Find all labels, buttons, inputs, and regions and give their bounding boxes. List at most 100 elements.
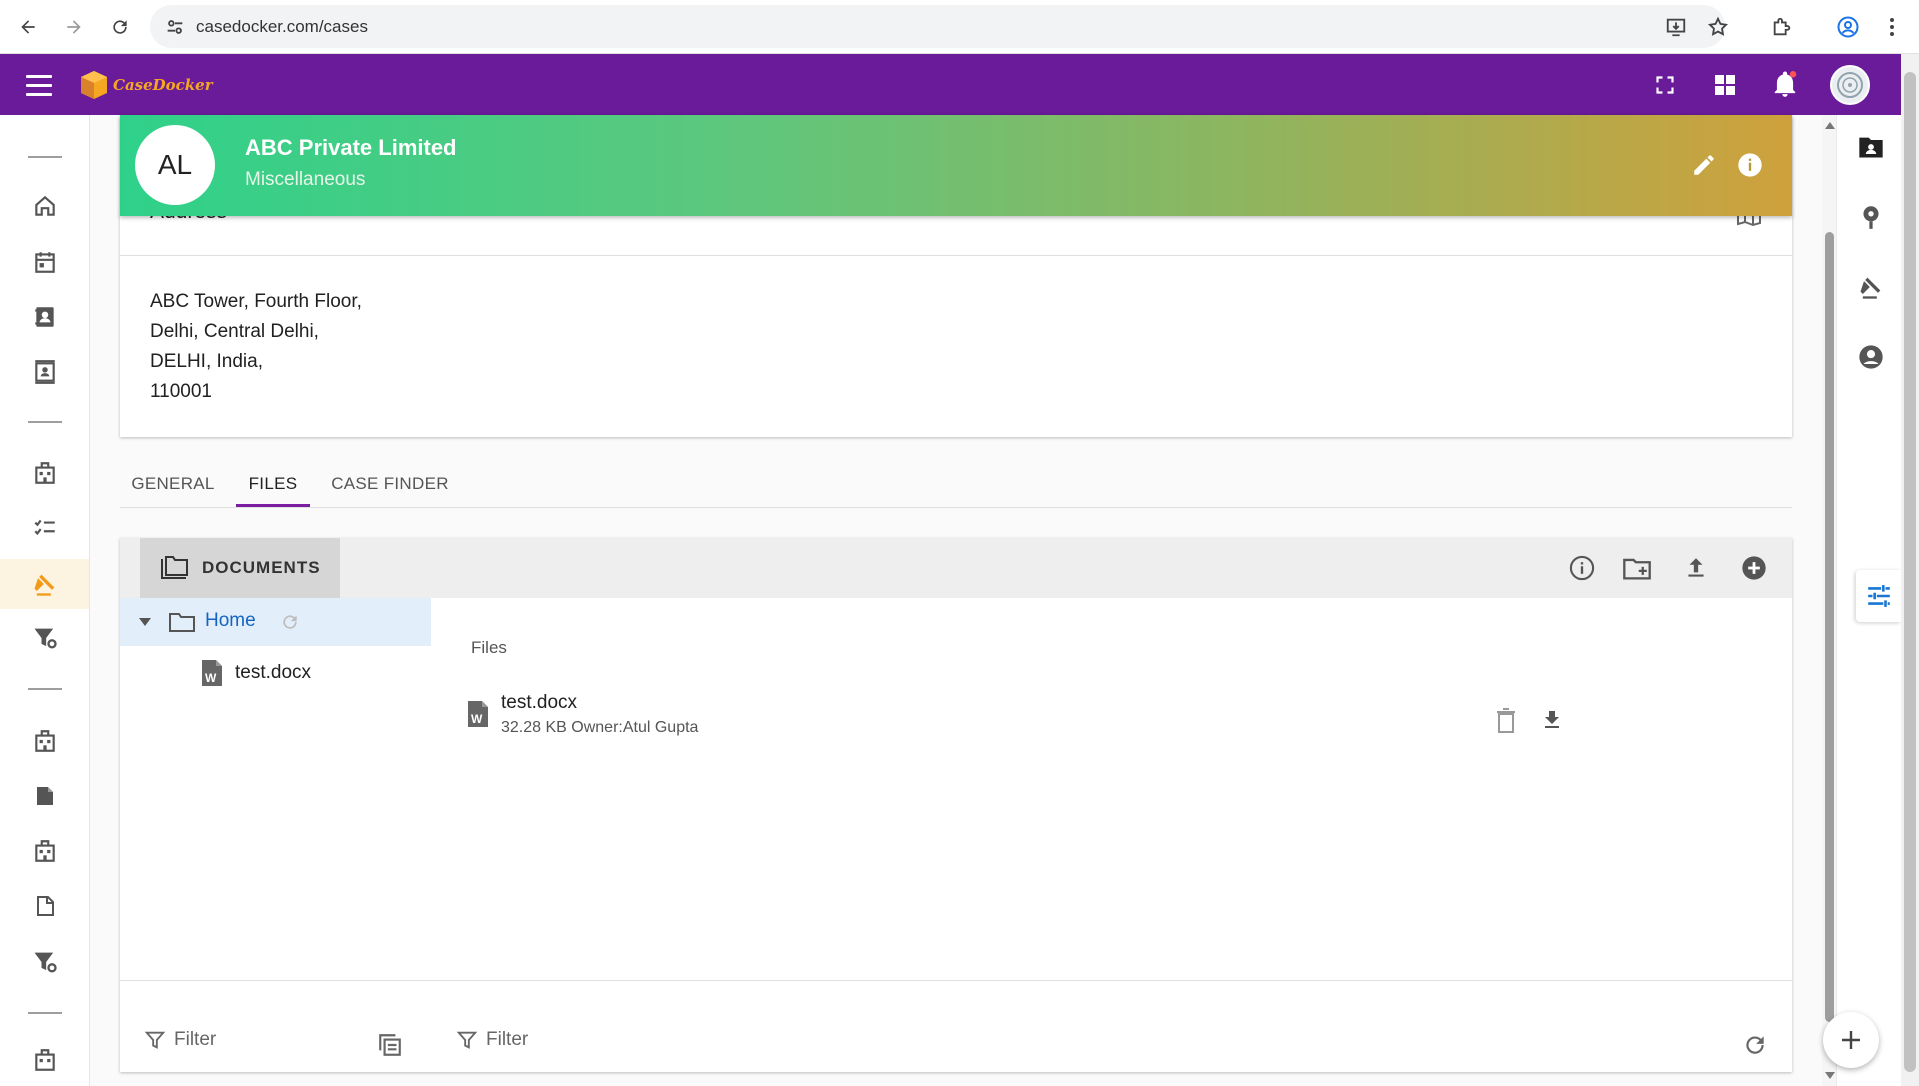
cases-gavel-icon[interactable]: [0, 559, 89, 609]
address-line: Delhi, Central Delhi,: [150, 321, 319, 342]
file-meta: 32.28 KB Owner:Atul Gupta: [501, 719, 699, 736]
tree-node-home[interactable]: Home: [120, 598, 431, 646]
word-file-icon: W: [468, 701, 488, 727]
delete-icon[interactable]: [1495, 708, 1517, 734]
tune-settings-icon[interactable]: [1856, 570, 1901, 622]
add-fab-button[interactable]: [1823, 1012, 1879, 1068]
active-tab-indicator: [236, 504, 310, 507]
documents-tab-label: DOCUMENTS: [202, 558, 321, 577]
home-icon[interactable]: [0, 181, 89, 231]
note-icon[interactable]: [0, 771, 89, 821]
extensions-icon[interactable]: [1766, 11, 1798, 43]
folder-icon: [169, 613, 195, 632]
profile-icon[interactable]: [1832, 11, 1864, 43]
branch-icon[interactable]: [0, 826, 89, 876]
organization-icon[interactable]: [0, 448, 89, 498]
address-bar[interactable]: casedocker.com/cases: [150, 5, 1725, 48]
add-circle-icon[interactable]: [1737, 551, 1771, 585]
menu-icon[interactable]: [26, 68, 62, 102]
filter-placeholder[interactable]: Filter: [174, 1029, 216, 1051]
back-icon[interactable]: [12, 11, 44, 43]
install-app-icon[interactable]: [1660, 11, 1692, 43]
tab-files[interactable]: FILES: [236, 460, 310, 508]
folder-stack-icon: [161, 556, 188, 579]
address-line: ABC Tower, Fourth Floor,: [150, 291, 362, 312]
documents-tab[interactable]: DOCUMENTS: [140, 538, 340, 598]
file-name[interactable]: test.docx: [501, 692, 577, 714]
new-folder-icon[interactable]: [1620, 551, 1654, 585]
logo-cube-icon: [81, 71, 107, 99]
scroll-up-arrow-icon[interactable]: [1824, 120, 1836, 130]
gavel-icon[interactable]: [1855, 271, 1887, 303]
scroll-down-arrow-icon[interactable]: [1824, 1071, 1836, 1081]
info-icon[interactable]: [1734, 149, 1766, 181]
apps-grid-icon[interactable]: [1706, 66, 1744, 104]
address-text: ABC Tower, Fourth Floor, Delhi, Central …: [150, 287, 362, 407]
files-filter[interactable]: Filter: [456, 1029, 528, 1051]
nav-divider: [28, 1012, 62, 1014]
client-avatar: AL: [135, 125, 215, 205]
divider: [120, 255, 1792, 256]
folder-tree: Home W test.docx: [120, 598, 431, 980]
tab-case-finder[interactable]: CASE FINDER: [325, 460, 455, 508]
site-settings-icon[interactable]: [164, 16, 186, 38]
filter-placeholder[interactable]: Filter: [486, 1029, 528, 1051]
download-icon[interactable]: [1540, 707, 1564, 733]
forward-icon[interactable]: [58, 11, 90, 43]
word-file-icon: W: [202, 660, 222, 686]
address-line: 110001: [150, 381, 212, 402]
avatar-seal-icon: [1837, 72, 1863, 98]
address-line: DELHI, India,: [150, 351, 263, 372]
contacts-card-icon[interactable]: [0, 347, 89, 397]
bookmark-star-icon[interactable]: [1702, 11, 1734, 43]
tab-general[interactable]: GENERAL: [120, 460, 226, 508]
office-icon[interactable]: [0, 1035, 89, 1085]
fullscreen-icon[interactable]: [1646, 66, 1684, 104]
copy-icon[interactable]: [374, 1029, 406, 1061]
company-icon[interactable]: [0, 716, 89, 766]
tab-bar: GENERAL FILES CASE FINDER: [120, 460, 1792, 508]
browser-menu-icon[interactable]: [1876, 11, 1908, 43]
user-avatar[interactable]: [1830, 65, 1870, 105]
refresh-icon[interactable]: [1739, 1029, 1771, 1061]
logo-text: CaseDocker: [113, 76, 213, 94]
filter-settings-icon[interactable]: [0, 613, 89, 663]
checklist-icon[interactable]: [0, 503, 89, 553]
svg-text:W: W: [471, 712, 483, 726]
refresh-icon[interactable]: [280, 612, 300, 632]
plus-icon: [1842, 1031, 1860, 1049]
nav-divider: [28, 421, 62, 423]
documents-panel: DOCUMENTS Home W test.docx Files W test.…: [120, 538, 1792, 1072]
svg-text:W: W: [205, 671, 217, 685]
location-person-icon[interactable]: [1855, 201, 1887, 233]
casedocker-logo[interactable]: CaseDocker: [79, 66, 213, 104]
notifications-bell-icon[interactable]: [1766, 66, 1804, 104]
left-sidebar: [0, 115, 90, 1086]
nav-divider: [28, 688, 62, 690]
filter-icon: [144, 1031, 166, 1049]
filter-settings-icon-2[interactable]: [0, 937, 89, 987]
folder-filter[interactable]: Filter: [144, 1029, 216, 1051]
account-circle-icon[interactable]: [1855, 341, 1887, 373]
upload-icon[interactable]: [1679, 551, 1713, 585]
info-outline-icon[interactable]: [1565, 551, 1599, 585]
url-text[interactable]: casedocker.com/cases: [196, 17, 368, 37]
filter-icon: [456, 1031, 478, 1049]
files-list: Files W test.docx 32.28 KB Owner:Atul Gu…: [431, 598, 1792, 980]
caret-down-icon[interactable]: [138, 616, 152, 628]
app-header: CaseDocker: [0, 54, 1901, 115]
documents-toolbar: DOCUMENTS: [120, 538, 1792, 598]
contact-book-icon[interactable]: [0, 292, 89, 342]
browser-toolbar: casedocker.com/cases: [0, 0, 1919, 54]
page-scrollbar-thumb[interactable]: [1904, 72, 1916, 1072]
tree-label-home[interactable]: Home: [205, 610, 256, 632]
edit-pencil-icon[interactable]: [1688, 149, 1720, 181]
content-scrollbar-thumb[interactable]: [1825, 232, 1834, 1022]
contact-folder-icon[interactable]: [1855, 131, 1887, 163]
calendar-icon[interactable]: [0, 237, 89, 287]
reload-icon[interactable]: [104, 11, 136, 43]
nav-divider: [28, 156, 62, 158]
document-icon[interactable]: [0, 881, 89, 931]
tree-item-file[interactable]: test.docx: [235, 662, 311, 684]
documents-footer: Filter Filter: [120, 980, 1792, 1072]
